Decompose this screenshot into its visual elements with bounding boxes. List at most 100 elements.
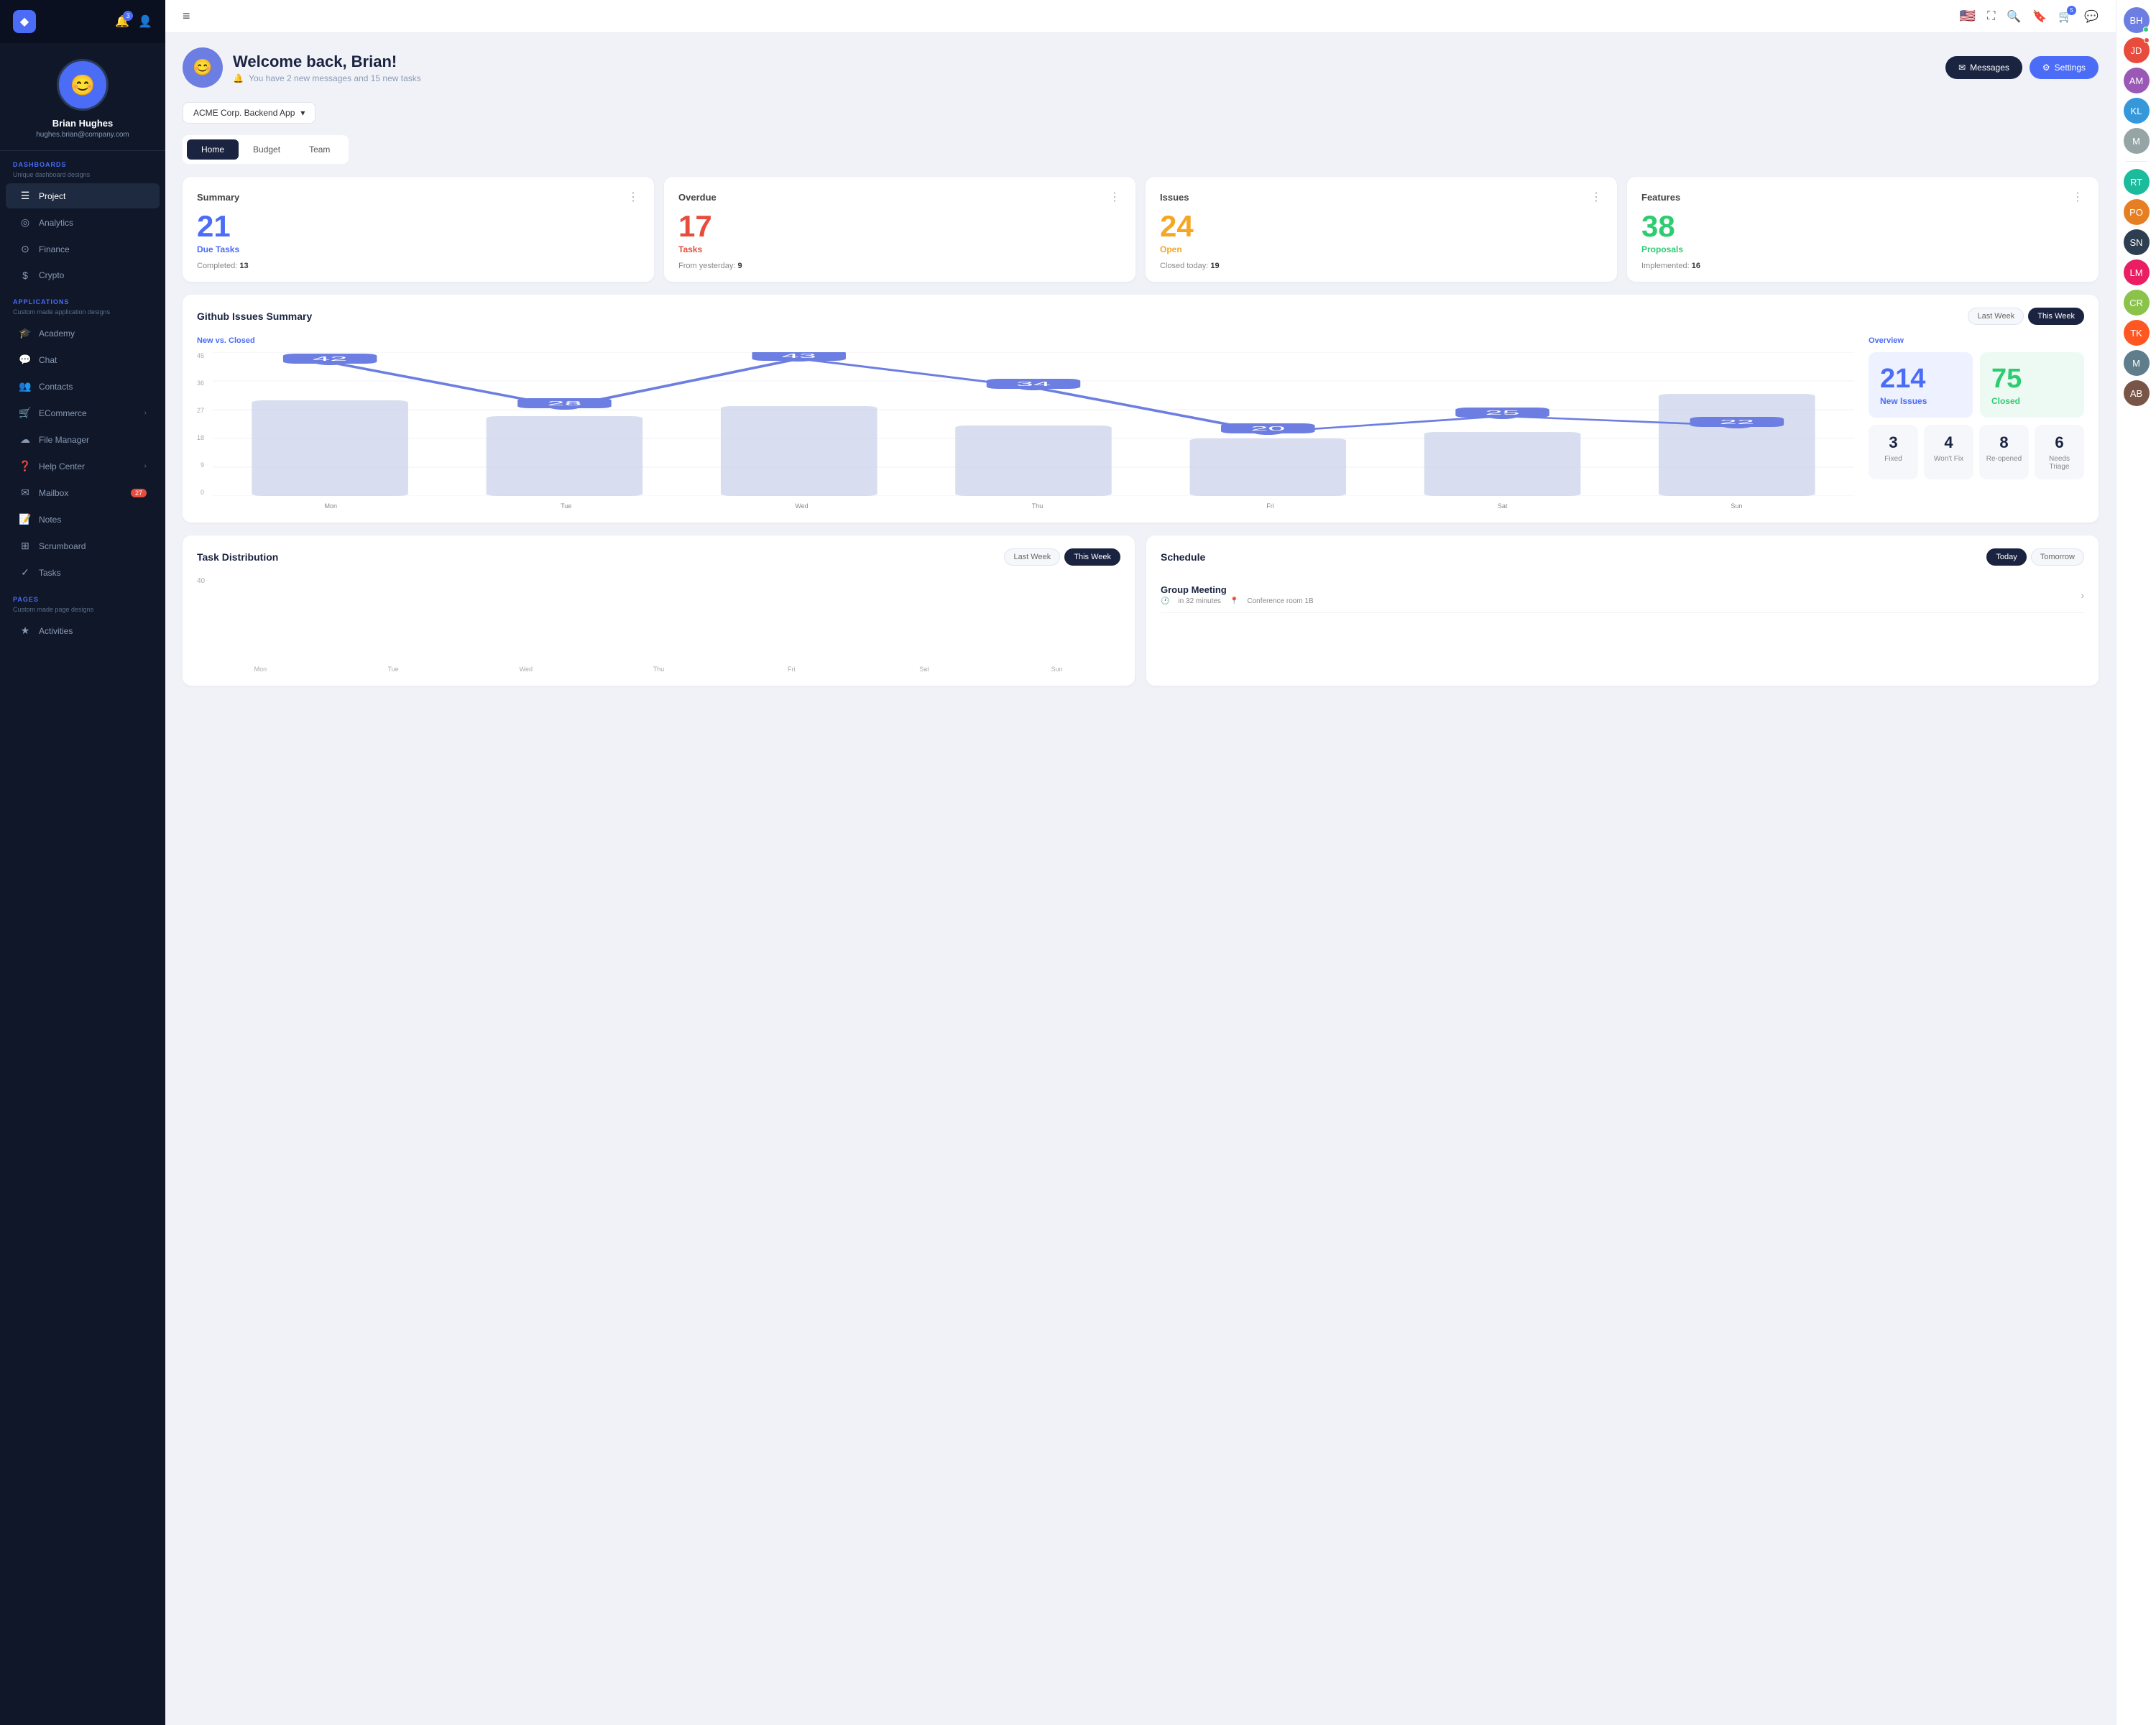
pages-label: PAGES — [0, 586, 165, 606]
sidebar-user-email: hughes.brian@company.com — [36, 131, 129, 139]
sidebar-item-academy[interactable]: 🎓 Academy — [6, 321, 160, 346]
content-area: 😊 Welcome back, Brian! 🔔 You have 2 new … — [165, 33, 2116, 1725]
summary-footer: Completed: 13 — [197, 262, 640, 270]
chart-label: New vs. Closed — [197, 336, 1854, 345]
issues-menu-button[interactable]: ⋮ — [1590, 190, 1603, 204]
tab-budget[interactable]: Budget — [239, 139, 295, 160]
settings-button[interactable]: ⚙ Settings — [2030, 56, 2099, 79]
scrumboard-icon: ⊞ — [19, 540, 32, 552]
topbar: ≡ 🇺🇸 ⛶ 🔍 🔖 🛒 5 💬 — [165, 0, 2116, 33]
right-avatar-2[interactable]: AM — [2124, 68, 2150, 93]
right-avatar-4[interactable]: M — [2124, 128, 2150, 154]
sidebar-item-label: Finance — [39, 244, 70, 254]
features-title: Features — [1641, 192, 1680, 203]
sidebar-item-label: Notes — [39, 515, 61, 525]
sidebar-item-chat[interactable]: 💬 Chat — [6, 347, 160, 372]
gear-icon: ⚙ — [2042, 63, 2050, 73]
right-avatar-9[interactable]: CR — [2124, 290, 2150, 316]
bar-wed: Wed — [462, 663, 589, 673]
sidebar-item-project[interactable]: ☰ Project — [6, 183, 160, 208]
right-avatar-3[interactable]: KL — [2124, 98, 2150, 124]
right-avatar-8[interactable]: LM — [2124, 259, 2150, 285]
sidebar-item-mailbox[interactable]: ✉ Mailbox 27 — [6, 480, 160, 505]
project-selector-label: ACME Corp. Backend App — [193, 108, 295, 118]
x-label-tue: Tue — [561, 502, 571, 510]
tab-team[interactable]: Team — [295, 139, 344, 160]
task-distribution-card: Task Distribution Last Week This Week 40… — [183, 535, 1135, 686]
schedule-tomorrow-button[interactable]: Tomorrow — [2031, 548, 2084, 566]
welcome-subtitle: 🔔 You have 2 new messages and 15 new tas… — [233, 73, 424, 83]
sidebar-item-tasks[interactable]: ✓ Tasks — [6, 560, 160, 585]
x-label-sat: Sat — [1498, 502, 1508, 510]
x-label-mon: Mon — [325, 502, 338, 510]
flag-icon[interactable]: 🇺🇸 — [1960, 9, 1976, 24]
activities-icon: ★ — [19, 625, 32, 637]
fullscreen-button[interactable]: ⛶ — [1987, 10, 1995, 23]
user-status-icon[interactable]: 👤 — [138, 14, 152, 29]
triage-label: Needs Triage — [2040, 455, 2078, 471]
overdue-menu-button[interactable]: ⋮ — [1109, 190, 1121, 204]
messages-button[interactable]: ✉ Messages — [1945, 56, 2022, 79]
schedule-today-button[interactable]: Today — [1986, 548, 2026, 566]
sidebar-item-contacts[interactable]: 👥 Contacts — [6, 374, 160, 399]
chevron-right-icon[interactable]: › — [2081, 589, 2084, 601]
github-issues-card: Github Issues Summary Last Week This Wee… — [183, 295, 2099, 523]
features-label: Proposals — [1641, 244, 2084, 254]
right-avatar-6[interactable]: PO — [2124, 199, 2150, 225]
sidebar-item-filemanager[interactable]: ☁ File Manager — [6, 427, 160, 452]
sidebar-item-helpcenter[interactable]: ❓ Help Center › — [6, 454, 160, 479]
right-sidebar: BH JD AM KL M RT PO SN LM CR TK M AB — [2116, 0, 2156, 1725]
summary-number: 21 — [197, 210, 640, 243]
applications-label: APPLICATIONS — [0, 288, 165, 308]
search-button[interactable]: 🔍 — [2007, 9, 2021, 24]
sidebar-item-ecommerce[interactable]: 🛒 ECommerce › — [6, 400, 160, 426]
triage-number: 6 — [2055, 433, 2063, 452]
github-last-week-button[interactable]: Last Week — [1968, 308, 2024, 325]
sidebar-item-notes[interactable]: 📝 Notes — [6, 507, 160, 532]
hamburger-button[interactable]: ≡ — [183, 9, 190, 24]
task-dist-chart: 40 Mon Tue Wed — [197, 577, 1120, 673]
chart-plot: 42 28 43 34 — [213, 352, 1854, 510]
task-dist-last-week-button[interactable]: Last Week — [1004, 548, 1060, 566]
applications-sub: Custom made application designs — [0, 308, 165, 320]
logo-icon[interactable]: ◆ — [13, 10, 36, 33]
project-selector[interactable]: ACME Corp. Backend App ▾ — [183, 102, 315, 124]
task-dist-top-label: 40 — [197, 577, 1120, 585]
wontfix-number: 4 — [1944, 433, 1953, 452]
sidebar-item-crypto[interactable]: $ Crypto — [6, 263, 160, 288]
stat-cards: Summary ⋮ 21 Due Tasks Completed: 13 Ove… — [183, 177, 2099, 282]
issues-card: Issues ⋮ 24 Open Closed today: 19 — [1146, 177, 1617, 282]
summary-card-header: Summary ⋮ — [197, 190, 640, 204]
right-avatar-5[interactable]: RT — [2124, 169, 2150, 195]
chat-icon: 💬 — [19, 354, 32, 366]
svg-text:22: 22 — [1720, 419, 1754, 426]
reopened-box: 8 Re-opened — [1979, 425, 2029, 479]
right-avatar-7[interactable]: SN — [2124, 229, 2150, 255]
academy-icon: 🎓 — [19, 327, 32, 339]
summary-menu-button[interactable]: ⋮ — [627, 190, 640, 204]
message-button[interactable]: 💬 — [2084, 9, 2099, 24]
sidebar-item-activities[interactable]: ★ Activities — [6, 618, 160, 643]
x-axis: Mon Tue Wed Thu Fri Sat Sun — [213, 502, 1854, 510]
sidebar-item-label: File Manager — [39, 435, 89, 445]
sidebar-item-label: Mailbox — [39, 488, 68, 498]
tab-home[interactable]: Home — [187, 139, 239, 160]
sidebar-item-label: ECommerce — [39, 408, 87, 418]
right-avatar-1[interactable]: JD — [2124, 37, 2150, 63]
github-this-week-button[interactable]: This Week — [2028, 308, 2084, 325]
right-avatar-0[interactable]: BH — [2124, 7, 2150, 33]
task-dist-this-week-button[interactable]: This Week — [1064, 548, 1120, 566]
github-card-header: Github Issues Summary Last Week This Wee… — [197, 308, 2084, 325]
features-menu-button[interactable]: ⋮ — [2072, 190, 2084, 204]
right-avatar-10[interactable]: TK — [2124, 320, 2150, 346]
sidebar-item-analytics[interactable]: ◎ Analytics — [6, 210, 160, 235]
bookmark-button[interactable]: 🔖 — [2032, 9, 2047, 24]
filemanager-icon: ☁ — [19, 433, 32, 446]
sidebar-item-finance[interactable]: ⊙ Finance — [6, 236, 160, 262]
sidebar-item-scrumboard[interactable]: ⊞ Scrumboard — [6, 533, 160, 558]
cart-button[interactable]: 🛒 5 — [2058, 9, 2073, 24]
right-avatar-11[interactable]: M — [2124, 350, 2150, 376]
right-avatar-12[interactable]: AB — [2124, 380, 2150, 406]
notification-button[interactable]: 🔔 3 — [115, 14, 129, 29]
sidebar-item-label: Chat — [39, 355, 57, 365]
